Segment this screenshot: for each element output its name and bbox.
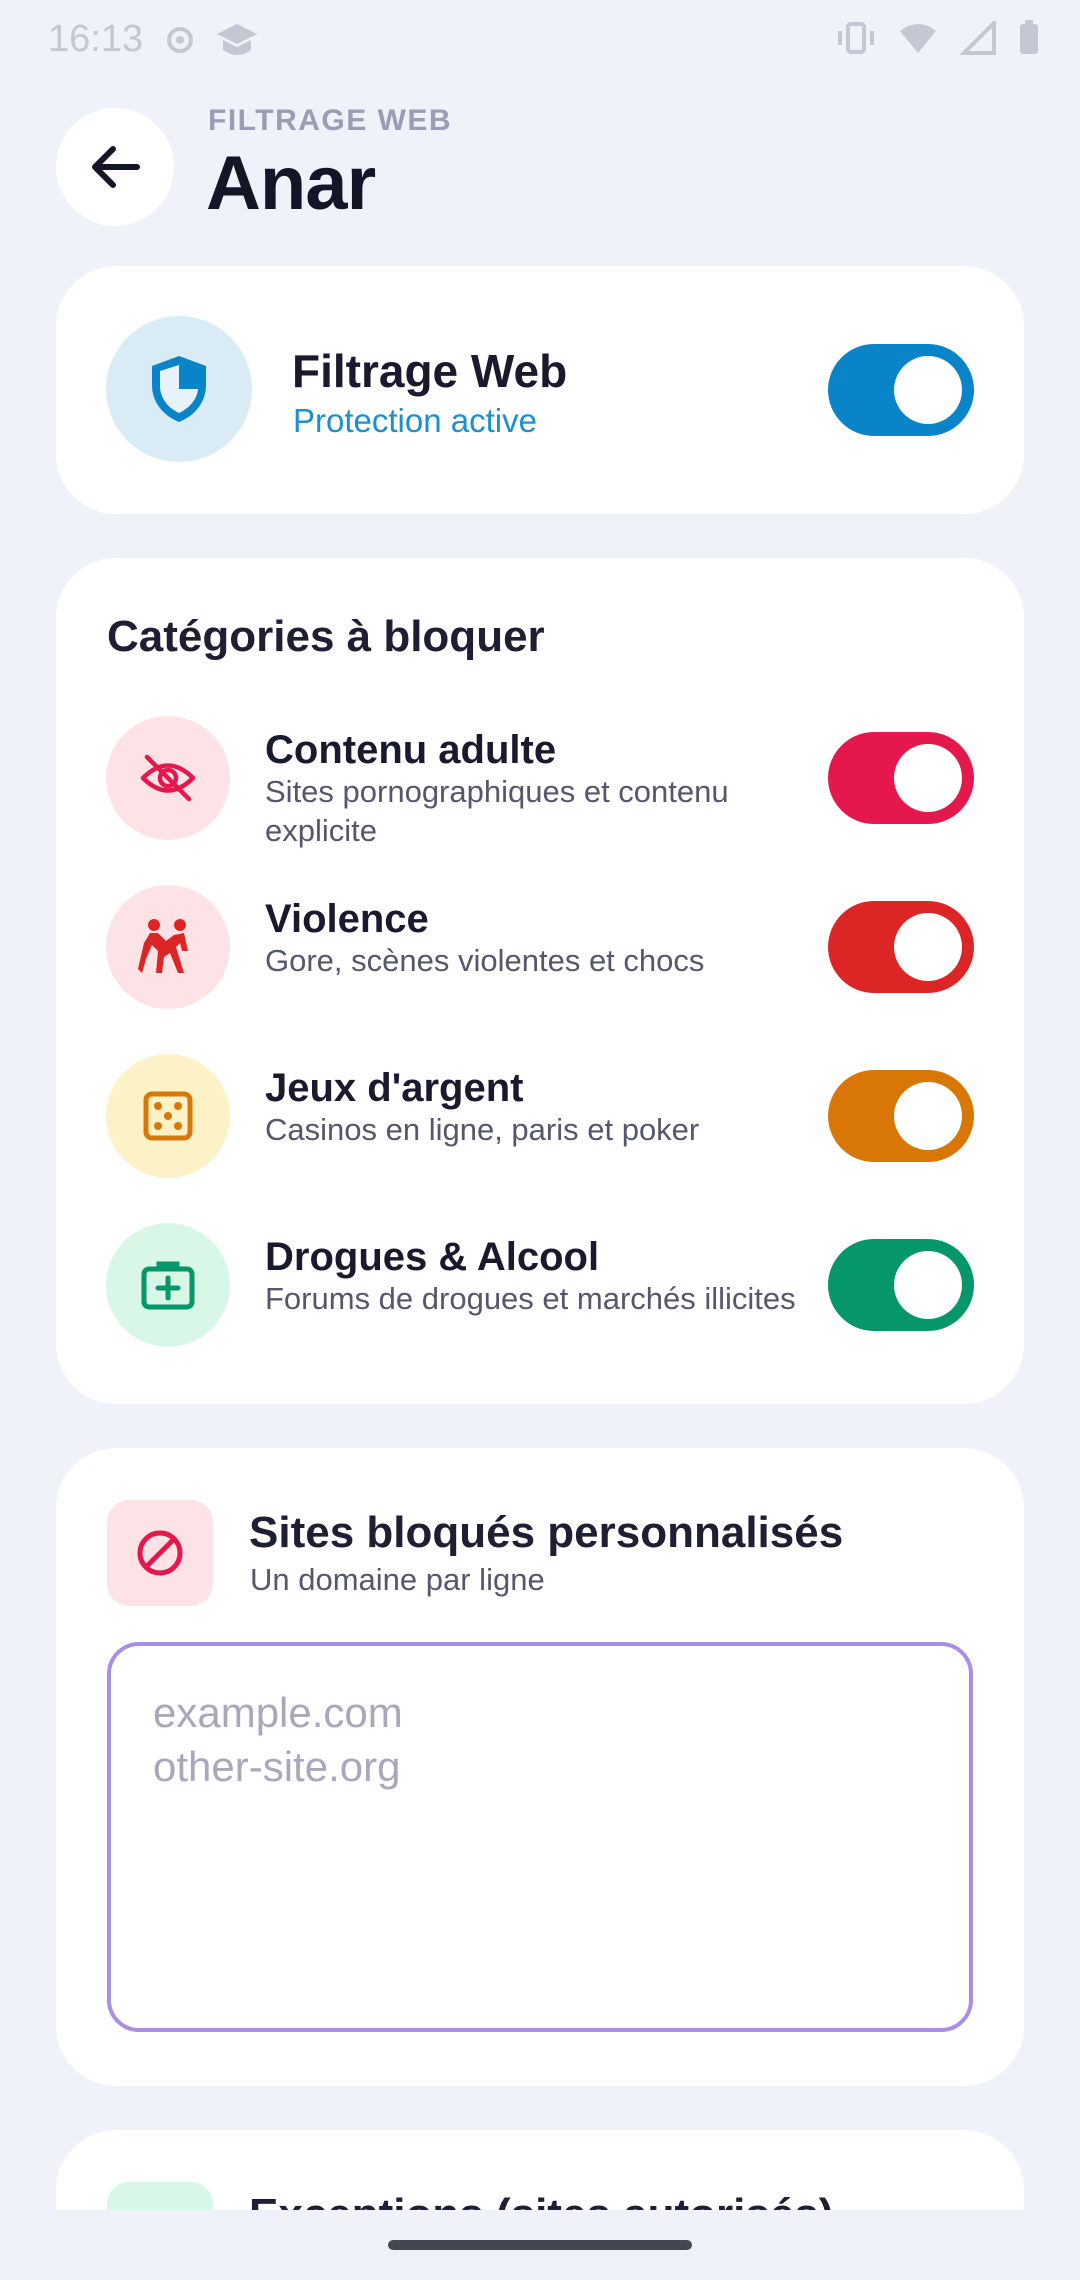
category-row-adult: Contenu adulte Sites pornographiques et … [56, 716, 1024, 848]
category-row-drugs: Drogues & Alcool Forums de drogues et ma… [56, 1223, 1024, 1353]
category-toggle-drugs[interactable] [828, 1239, 974, 1331]
toggle-knob [894, 1082, 962, 1150]
category-row-violence: Violence Gore, scènes violentes et chocs [56, 885, 1024, 1015]
category-toggle-gambling[interactable] [828, 1070, 974, 1162]
header-eyebrow: FILTRAGE WEB [208, 104, 453, 137]
hat-icon [217, 24, 257, 55]
category-name: Drogues & Alcool [265, 1235, 600, 1279]
custom-blocked-title: Sites bloqués personnalisés [249, 1508, 844, 1557]
category-icon-badge [106, 716, 230, 840]
shield-icon [152, 356, 206, 422]
protection-toggle[interactable] [828, 344, 974, 436]
category-icon-badge [106, 885, 230, 1009]
home-indicator[interactable] [388, 2240, 692, 2250]
category-row-gambling: Jeux d'argent Casinos en ligne, paris et… [56, 1054, 1024, 1184]
category-toggle-violence[interactable] [828, 901, 974, 993]
categories-title: Catégories à bloquer [107, 612, 545, 661]
protection-card: Filtrage Web Protection active [56, 266, 1024, 514]
wifi-icon [900, 24, 936, 53]
category-name: Jeux d'argent [265, 1066, 524, 1110]
back-button[interactable] [56, 108, 174, 226]
category-name: Contenu adulte [265, 728, 557, 772]
vibrate-icon [838, 22, 874, 54]
category-description: Gore, scènes violentes et chocs [265, 943, 705, 978]
category-icon-badge [106, 1223, 230, 1347]
category-toggle-adult[interactable] [828, 732, 974, 824]
medkit-icon [141, 1261, 195, 1310]
eye-off-icon [140, 754, 196, 802]
protection-title: Filtrage Web [292, 345, 568, 397]
battery-icon [1020, 20, 1038, 54]
at-sign-icon [167, 27, 193, 53]
textarea-placeholder: example.com other-site.org [153, 1689, 403, 1790]
shield-badge [106, 316, 252, 462]
screen: 16:13 FILTRAGE WEB Anar Filtrage Web Pro… [0, 0, 1080, 2280]
page-title: Anar [206, 141, 376, 226]
toggle-knob [894, 744, 962, 812]
signal-icon [960, 21, 996, 55]
category-icon-badge [106, 1054, 230, 1178]
ban-icon [137, 1530, 183, 1576]
custom-blocked-card: Sites bloqués personnalisés Un domaine p… [56, 1448, 1024, 2086]
protection-status: Protection active [293, 402, 537, 439]
categories-card: Catégories à bloquer Contenu adulte Site… [56, 558, 1024, 1404]
ban-badge [107, 1500, 213, 1606]
arrow-left-icon [92, 146, 140, 188]
status-bar: 16:13 [0, 0, 1080, 80]
dice-icon [143, 1091, 193, 1141]
category-name: Violence [265, 897, 429, 941]
toggle-knob [894, 1251, 962, 1319]
toggle-knob [894, 913, 962, 981]
category-description: Forums de drogues et marchés illicites [265, 1281, 796, 1316]
category-description: Sites pornographiques et contenu explici… [265, 774, 729, 848]
category-description: Casinos en ligne, paris et poker [265, 1112, 700, 1147]
toggle-knob [894, 356, 962, 424]
status-time: 16:13 [48, 18, 144, 60]
blocked-domains-textarea[interactable]: example.com other-site.org [107, 1642, 973, 2032]
custom-blocked-subtitle: Un domaine par ligne [250, 1562, 545, 1597]
fight-icon [138, 919, 188, 973]
